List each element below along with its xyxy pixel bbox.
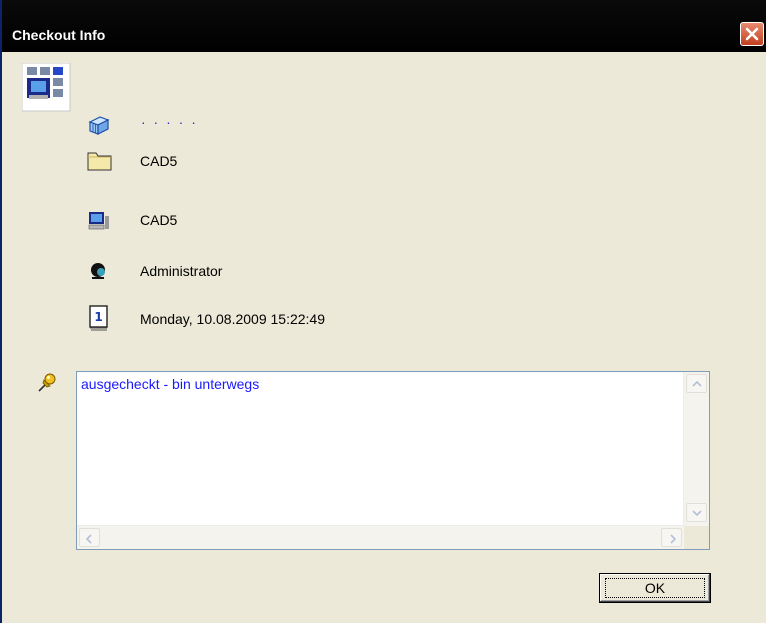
scroll-up-button[interactable] [686,374,707,393]
user-name: Administrator [140,263,223,279]
pushpin-icon [36,372,58,394]
checkout-datetime: Monday, 10.08.2009 15:22:49 [140,311,326,327]
title-bar[interactable]: Checkout Info [2,0,766,52]
folder-icon [86,147,112,173]
calendar-icon: 1 [86,304,112,331]
checkout-info-dialog: Checkout Info · · · · · CAD5 CAD5 Admini… [0,0,766,623]
checkout-comment-text: ausgecheckt - bin unterwegs [81,376,260,392]
scrollbar-corner [684,526,709,549]
computer-icon [86,208,112,234]
chevron-right-icon [670,534,677,544]
computer-name: CAD5 [140,212,178,228]
scroll-down-button[interactable] [686,503,707,522]
chevron-up-icon [692,380,702,387]
part-name-placeholder: · · · · · [141,114,198,130]
svg-text:1: 1 [94,310,102,324]
vertical-scrollbar[interactable] [683,372,709,526]
checkout-comment-textarea[interactable]: ausgecheckt - bin unterwegs [76,371,710,550]
chevron-left-icon [85,534,92,544]
window-title: Checkout Info [12,27,106,43]
folder-name: CAD5 [140,153,178,169]
close-button[interactable] [740,22,764,46]
scroll-left-button[interactable] [79,528,100,547]
scroll-right-button[interactable] [661,528,682,547]
chevron-down-icon [692,510,702,517]
checkout-app-icon [21,62,72,113]
3d-part-icon [86,112,112,138]
horizontal-scrollbar[interactable] [77,525,684,549]
ok-button[interactable]: OK [599,573,711,603]
ok-button-label: OK [605,578,705,598]
user-icon [86,258,112,284]
